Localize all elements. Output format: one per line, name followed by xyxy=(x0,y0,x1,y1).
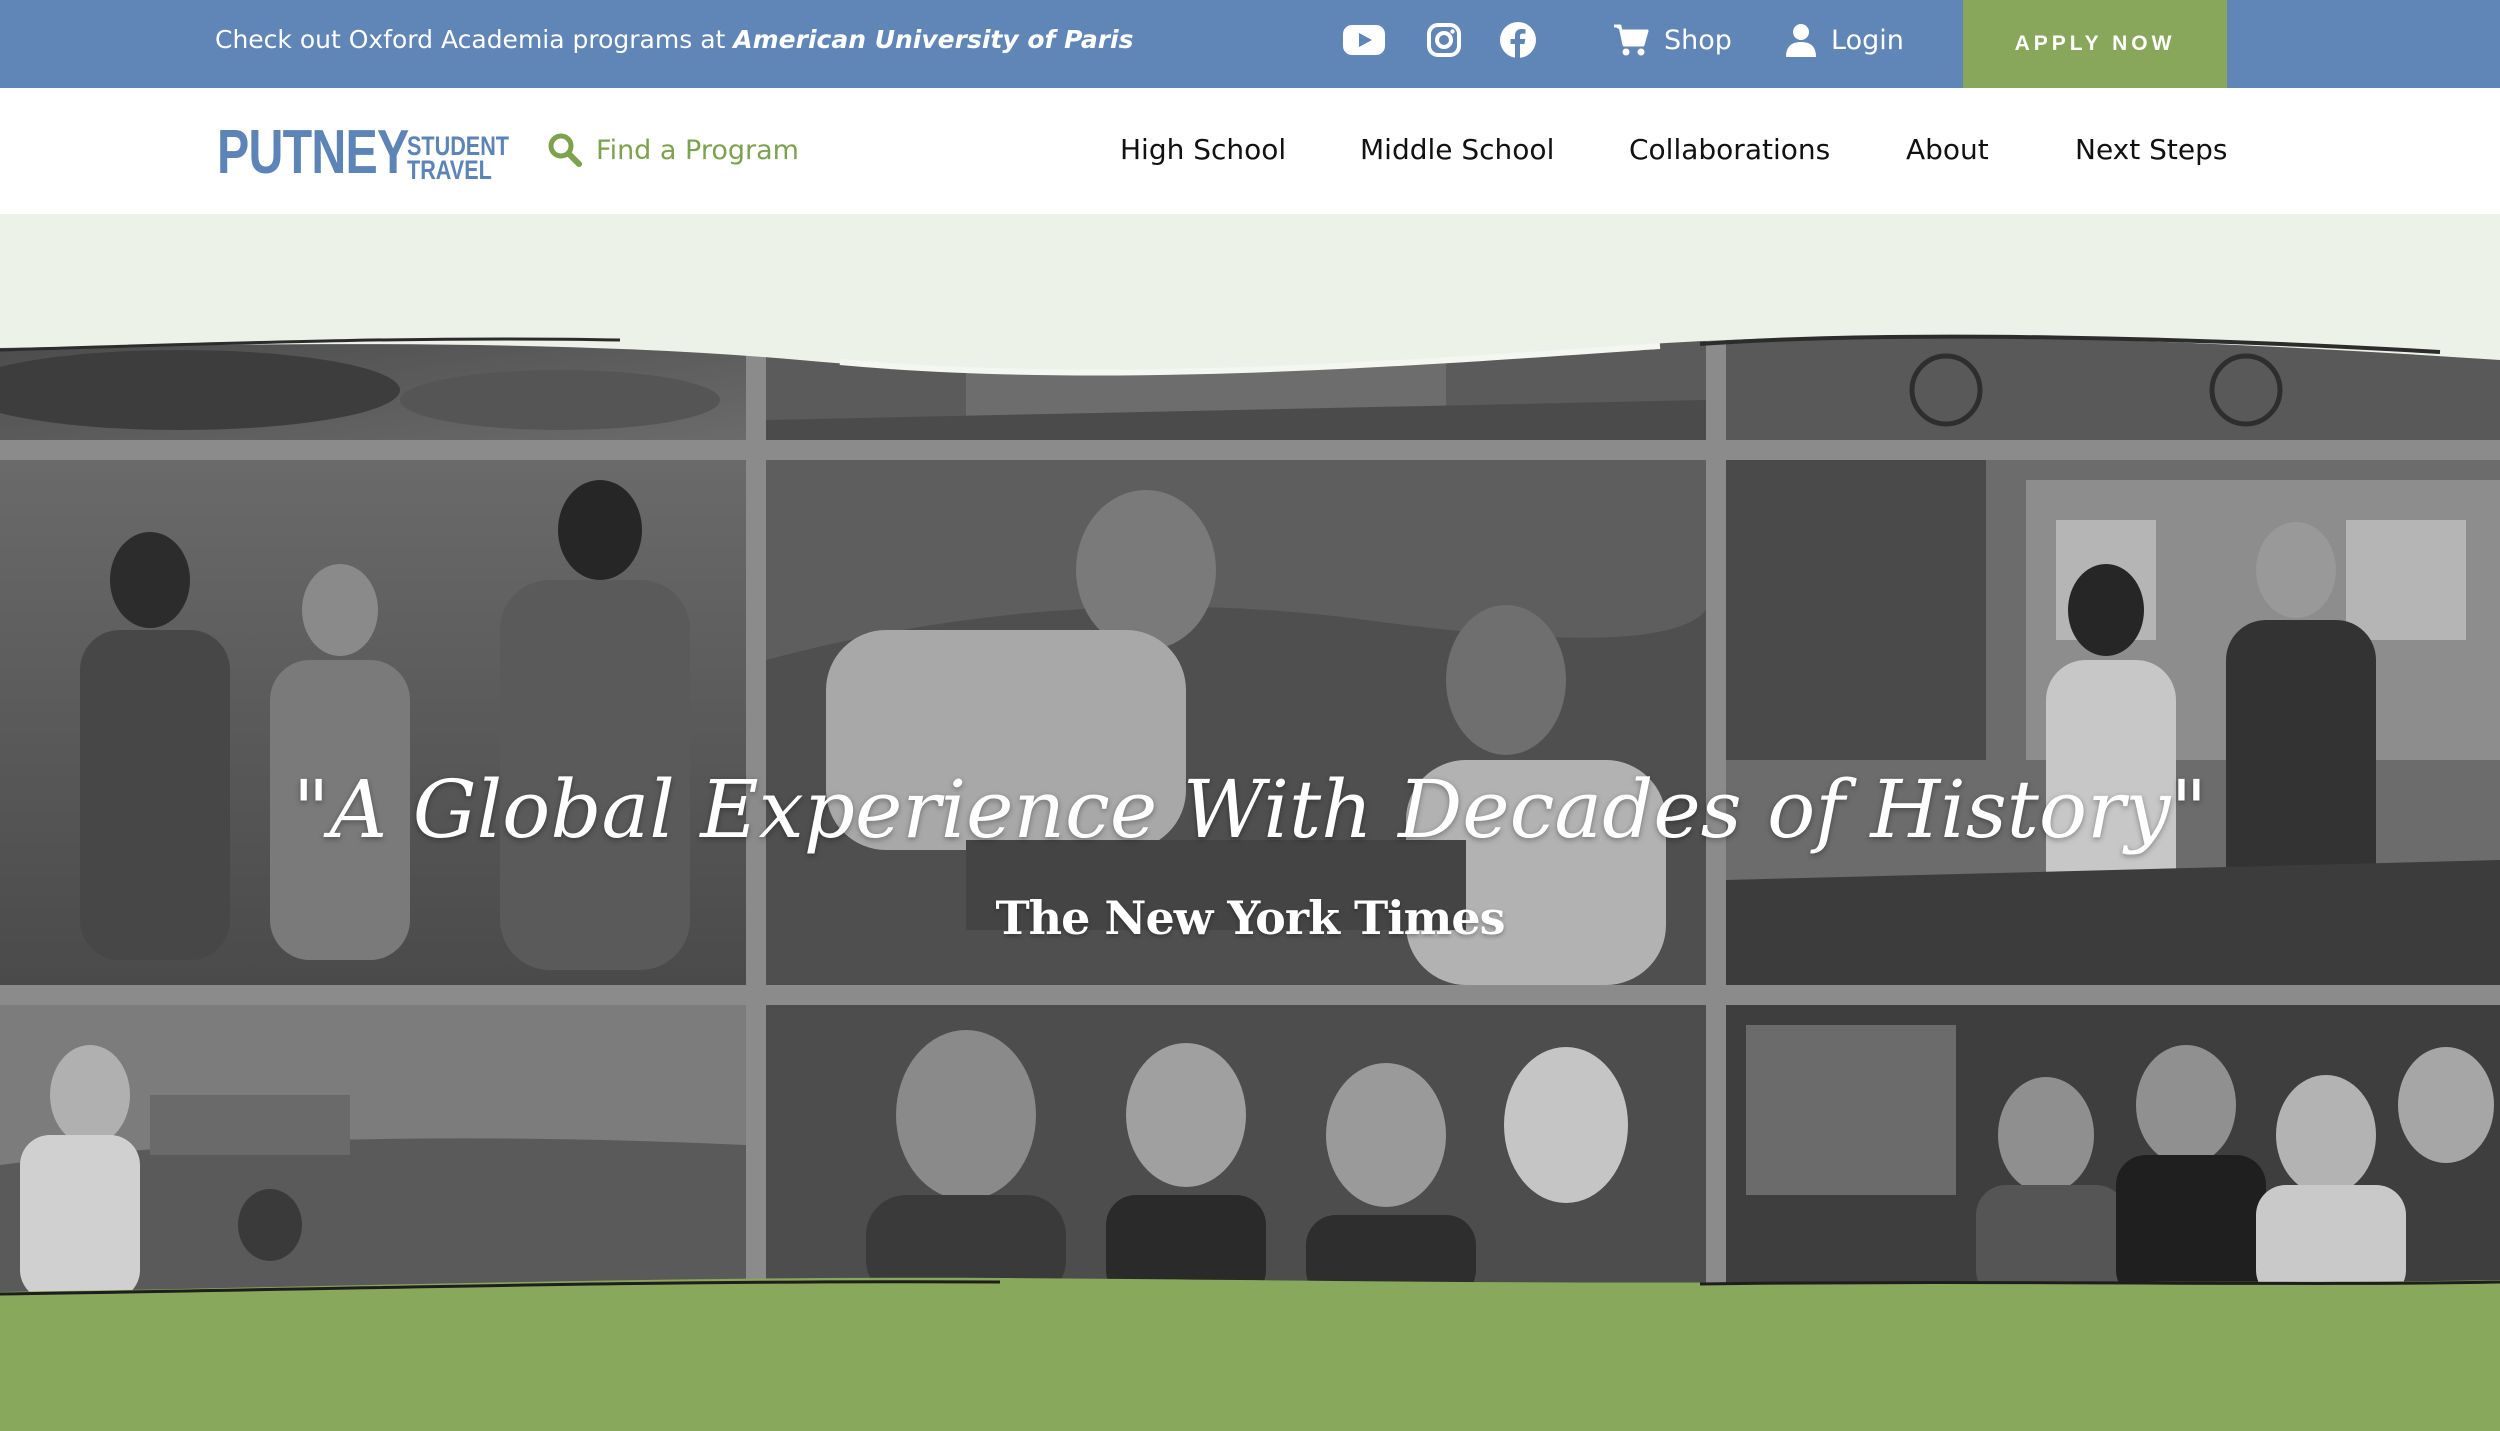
facebook-icon[interactable] xyxy=(1496,18,1540,62)
cart-icon xyxy=(1614,24,1649,56)
hero-top-wave xyxy=(0,300,2500,376)
nyt-logo: The New York Times xyxy=(995,891,1505,945)
hero-quote: "A Global Experience With Decades of His… xyxy=(292,763,2208,856)
main-navigation: PUTNEY STUDENT TRAVEL Find a Program Hig… xyxy=(0,88,2500,214)
logo-main-text: PUTNEY xyxy=(217,118,409,187)
user-icon xyxy=(1786,24,1816,57)
bottom-green-band xyxy=(0,1300,2500,1431)
photo-tile xyxy=(1726,1005,2500,1300)
announcement-prefix: Check out Oxford Academia programs at xyxy=(215,25,734,54)
photo-tile xyxy=(766,1005,1706,1300)
find-program-label: Find a Program xyxy=(596,134,799,166)
putney-logo[interactable]: PUTNEY STUDENT TRAVEL xyxy=(217,118,535,187)
announcement-bar: Check out Oxford Academia programs at Am… xyxy=(0,0,2500,88)
nav-about[interactable]: About xyxy=(1906,130,1989,170)
logo-sub-line2: TRAVEL xyxy=(407,155,492,185)
instagram-icon[interactable] xyxy=(1422,18,1466,62)
nav-middle-school[interactable]: Middle School xyxy=(1360,130,1554,170)
search-icon xyxy=(548,133,582,167)
shop-link[interactable]: Shop xyxy=(1612,0,1732,80)
youtube-icon[interactable] xyxy=(1342,18,1386,62)
announcement-link[interactable]: American University of Paris xyxy=(733,25,1133,54)
nav-collaborations[interactable]: Collaborations xyxy=(1629,130,1830,170)
announcement-text[interactable]: Check out Oxford Academia programs at Am… xyxy=(215,0,1134,88)
login-link[interactable]: Login xyxy=(1785,0,1904,80)
find-program-link[interactable]: Find a Program xyxy=(548,130,799,170)
login-label: Login xyxy=(1831,24,1904,56)
nav-high-school[interactable]: High School xyxy=(1120,130,1286,170)
apply-now-button[interactable]: APPLY NOW xyxy=(1963,0,2227,88)
shop-label: Shop xyxy=(1664,24,1732,56)
nav-next-steps[interactable]: Next Steps xyxy=(2075,130,2227,170)
logo-sub-text: STUDENT TRAVEL xyxy=(407,133,509,185)
photo-tile xyxy=(0,1005,746,1300)
